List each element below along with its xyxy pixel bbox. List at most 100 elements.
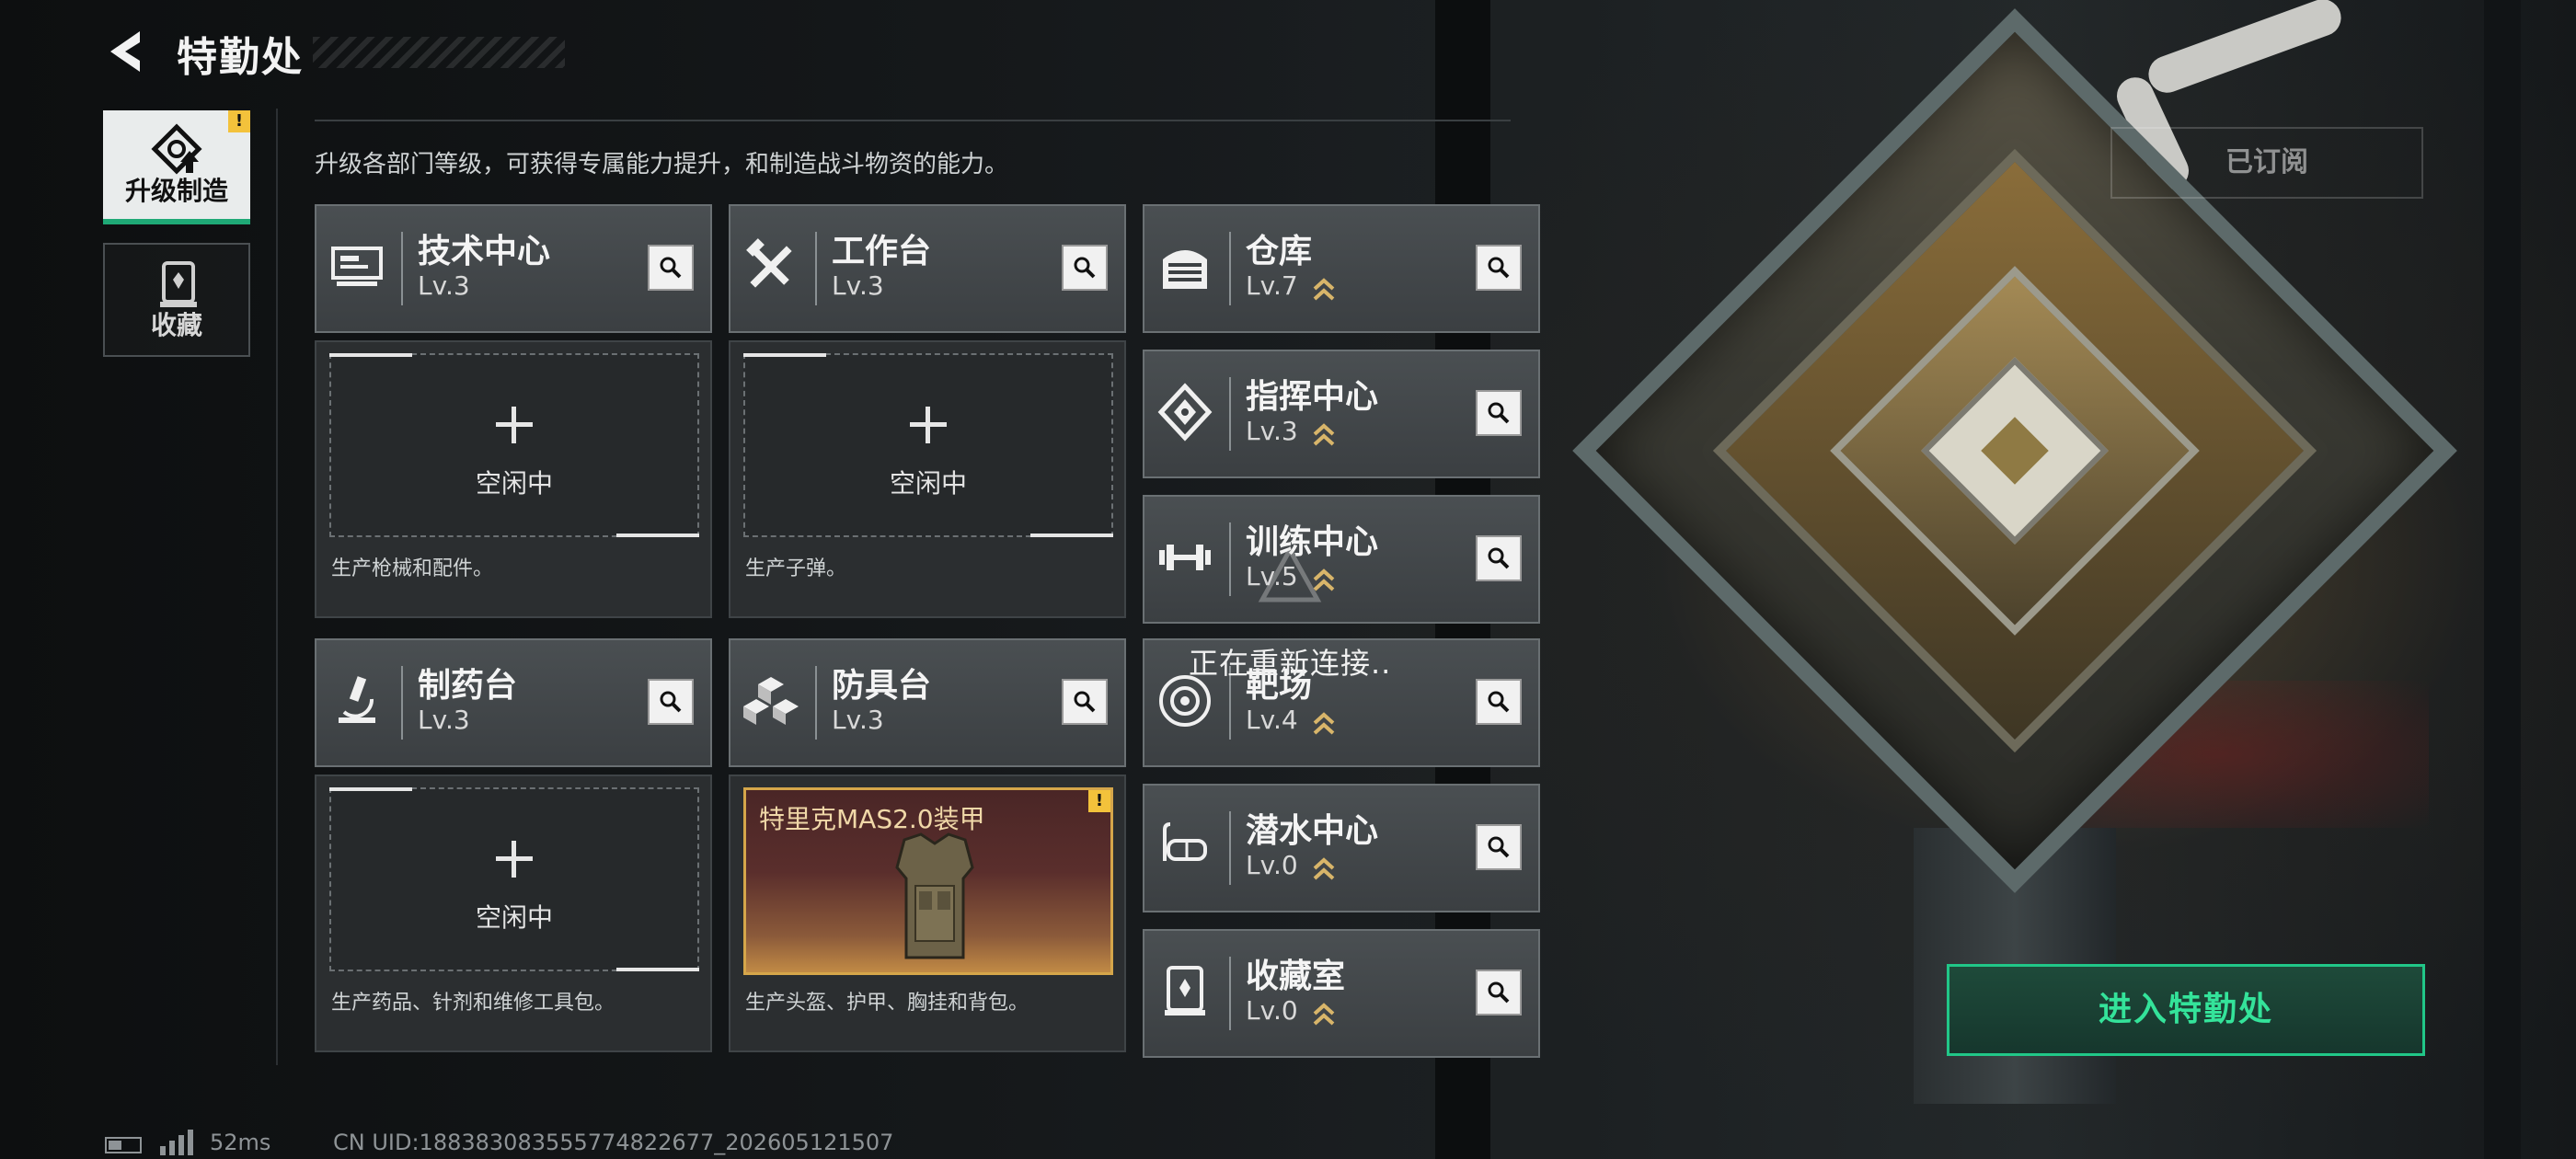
reconnecting-message: 正在重新连接.. (1189, 646, 1392, 681)
facility-name: 防具台 (832, 667, 932, 705)
production-slot-in-progress[interactable]: 特里克MAS2.0装甲 ! (743, 787, 1113, 975)
production-panel-tech-center: 空闲中 生产枪械和配件。 (315, 340, 712, 618)
slot-status: 空闲中 (475, 902, 553, 933)
inspect-button[interactable] (1062, 245, 1108, 291)
subscribed-button[interactable]: 已订阅 (2110, 127, 2423, 199)
facility-card-diving-center[interactable]: 潜水中心 Lv.0 (1143, 784, 1540, 912)
armor-vest-image (895, 832, 974, 959)
facility-name: 工作台 (832, 233, 932, 270)
facility-level: Lv.3 (832, 705, 884, 735)
inspect-button[interactable] (1476, 824, 1522, 870)
inspect-button[interactable] (1476, 535, 1522, 581)
enter-special-ops-button[interactable]: 进入特勤处 (1947, 964, 2425, 1056)
workbench-tools-icon (746, 238, 792, 288)
divider (276, 109, 278, 1065)
facility-name: 潜水中心 (1246, 812, 1379, 850)
search-icon (660, 257, 682, 279)
facility-card-warehouse[interactable]: 仓库 Lv.7 (1143, 204, 1540, 333)
upgrade-available-icon (1313, 1003, 1335, 1026)
upgrade-available-icon (1313, 857, 1335, 880)
microscope-icon (339, 676, 375, 723)
inspect-button[interactable] (1062, 679, 1108, 725)
facility-card-command-center[interactable]: 指挥中心 Lv.3 (1143, 350, 1540, 478)
upgrade-available-icon (1313, 712, 1335, 735)
tab-label: 收藏 (150, 310, 202, 340)
dumbbell-icon (1159, 545, 1211, 570)
facility-name: 技术中心 (418, 233, 551, 270)
production-slot[interactable]: 空闲中 (743, 353, 1113, 537)
search-icon (1488, 547, 1510, 569)
production-description: 生产子弹。 (745, 557, 847, 580)
facility-name: 指挥中心 (1246, 378, 1379, 416)
facility-level: Lv.0 (1246, 850, 1298, 880)
scene-pillar (2484, 0, 2521, 1159)
page-description: 升级各部门等级，可获得专属能力提升，和制造战斗物资的能力。 (315, 151, 1009, 178)
armor-blocks-icon (743, 677, 799, 725)
tab-label: 升级制造 (124, 176, 228, 206)
diving-mask-icon (1163, 822, 1207, 861)
facility-card-pharmacy[interactable]: 制药台 Lv.3 (315, 638, 712, 767)
facility-level: Lv.3 (832, 270, 884, 301)
slot-status: 空闲中 (889, 468, 967, 499)
inspect-button[interactable] (1476, 245, 1522, 291)
facility-name: 仓库 (1246, 233, 1313, 270)
user-uid: CN UID:1883830835557748226​77_2026051215… (333, 1130, 894, 1155)
signal-strength-icon (160, 1130, 193, 1155)
facility-level: Lv.4 (1246, 705, 1298, 735)
tech-center-icon (331, 247, 383, 286)
plus-icon (910, 407, 947, 443)
loading-spinner-icon (1258, 545, 1322, 602)
search-icon (1488, 691, 1510, 713)
alert-badge: ! (228, 110, 250, 132)
battery-icon (105, 1137, 142, 1153)
facility-card-workbench[interactable]: 工作台 Lv.3 (729, 204, 1126, 333)
upgrade-available-icon (1313, 278, 1335, 301)
facility-card-tech-center[interactable]: 技术中心 Lv.3 (315, 204, 712, 333)
facility-name: 制药台 (418, 667, 518, 705)
upgrade-craft-icon (151, 123, 202, 175)
title-decoration (313, 37, 565, 68)
inspect-button[interactable] (648, 679, 694, 725)
production-slot[interactable]: 空闲中 (329, 353, 699, 537)
facility-level: Lv.3 (1246, 416, 1298, 446)
search-icon (1074, 257, 1096, 279)
facility-card-collection-room[interactable]: 收藏室 Lv.0 (1143, 929, 1540, 1058)
production-description: 生产药品、针剂和维修工具包。 (331, 992, 615, 1015)
plus-icon (496, 841, 533, 878)
inspect-button[interactable] (1476, 970, 1522, 1016)
facility-name: 收藏室 (1246, 958, 1346, 995)
production-panel-pharmacy: 空闲中 生产药品、针剂和维修工具包。 (315, 775, 712, 1052)
production-panel-armor-bench: 特里克MAS2.0装甲 ! 生产头盔、护甲、胸挂和背包。 (729, 775, 1126, 1052)
plus-icon (496, 407, 533, 443)
search-icon (1488, 257, 1510, 279)
ping-latency: 52ms (210, 1130, 271, 1155)
production-description: 生产枪械和配件。 (331, 557, 494, 580)
divider (315, 120, 1511, 121)
collection-icon (160, 261, 197, 307)
inspect-button[interactable] (1476, 679, 1522, 725)
facility-card-training-center[interactable]: 训练中心 Lv.5 (1143, 495, 1540, 624)
production-panel-workbench: 空闲中 生产子弹。 (729, 340, 1126, 618)
tab-collection[interactable]: 收藏 (103, 243, 250, 357)
search-icon (1488, 402, 1510, 424)
facility-level: Lv.3 (418, 270, 470, 301)
facility-level: Lv.7 (1246, 270, 1298, 301)
production-slot[interactable]: 空闲中 (329, 787, 699, 971)
search-icon (1488, 981, 1510, 1004)
production-description: 生产头盔、护甲、胸挂和背包。 (745, 992, 1029, 1015)
command-center-icon (1157, 383, 1213, 442)
alert-badge: ! (1088, 790, 1110, 812)
facility-level: Lv.0 (1246, 995, 1298, 1026)
collection-room-icon (1165, 966, 1205, 1016)
upgrade-available-icon (1313, 423, 1335, 446)
search-icon (1488, 836, 1510, 858)
slot-status: 空闲中 (475, 468, 553, 499)
inspect-button[interactable] (648, 245, 694, 291)
facility-card-armor-bench[interactable]: 防具台 Lv.3 (729, 638, 1126, 767)
back-arrow-icon[interactable] (103, 28, 151, 75)
tab-upgrade-craft[interactable]: 升级制造 ! (103, 110, 250, 224)
search-icon (660, 691, 682, 713)
warehouse-icon (1163, 250, 1207, 289)
inspect-button[interactable] (1476, 390, 1522, 436)
facility-level: Lv.3 (418, 705, 470, 735)
